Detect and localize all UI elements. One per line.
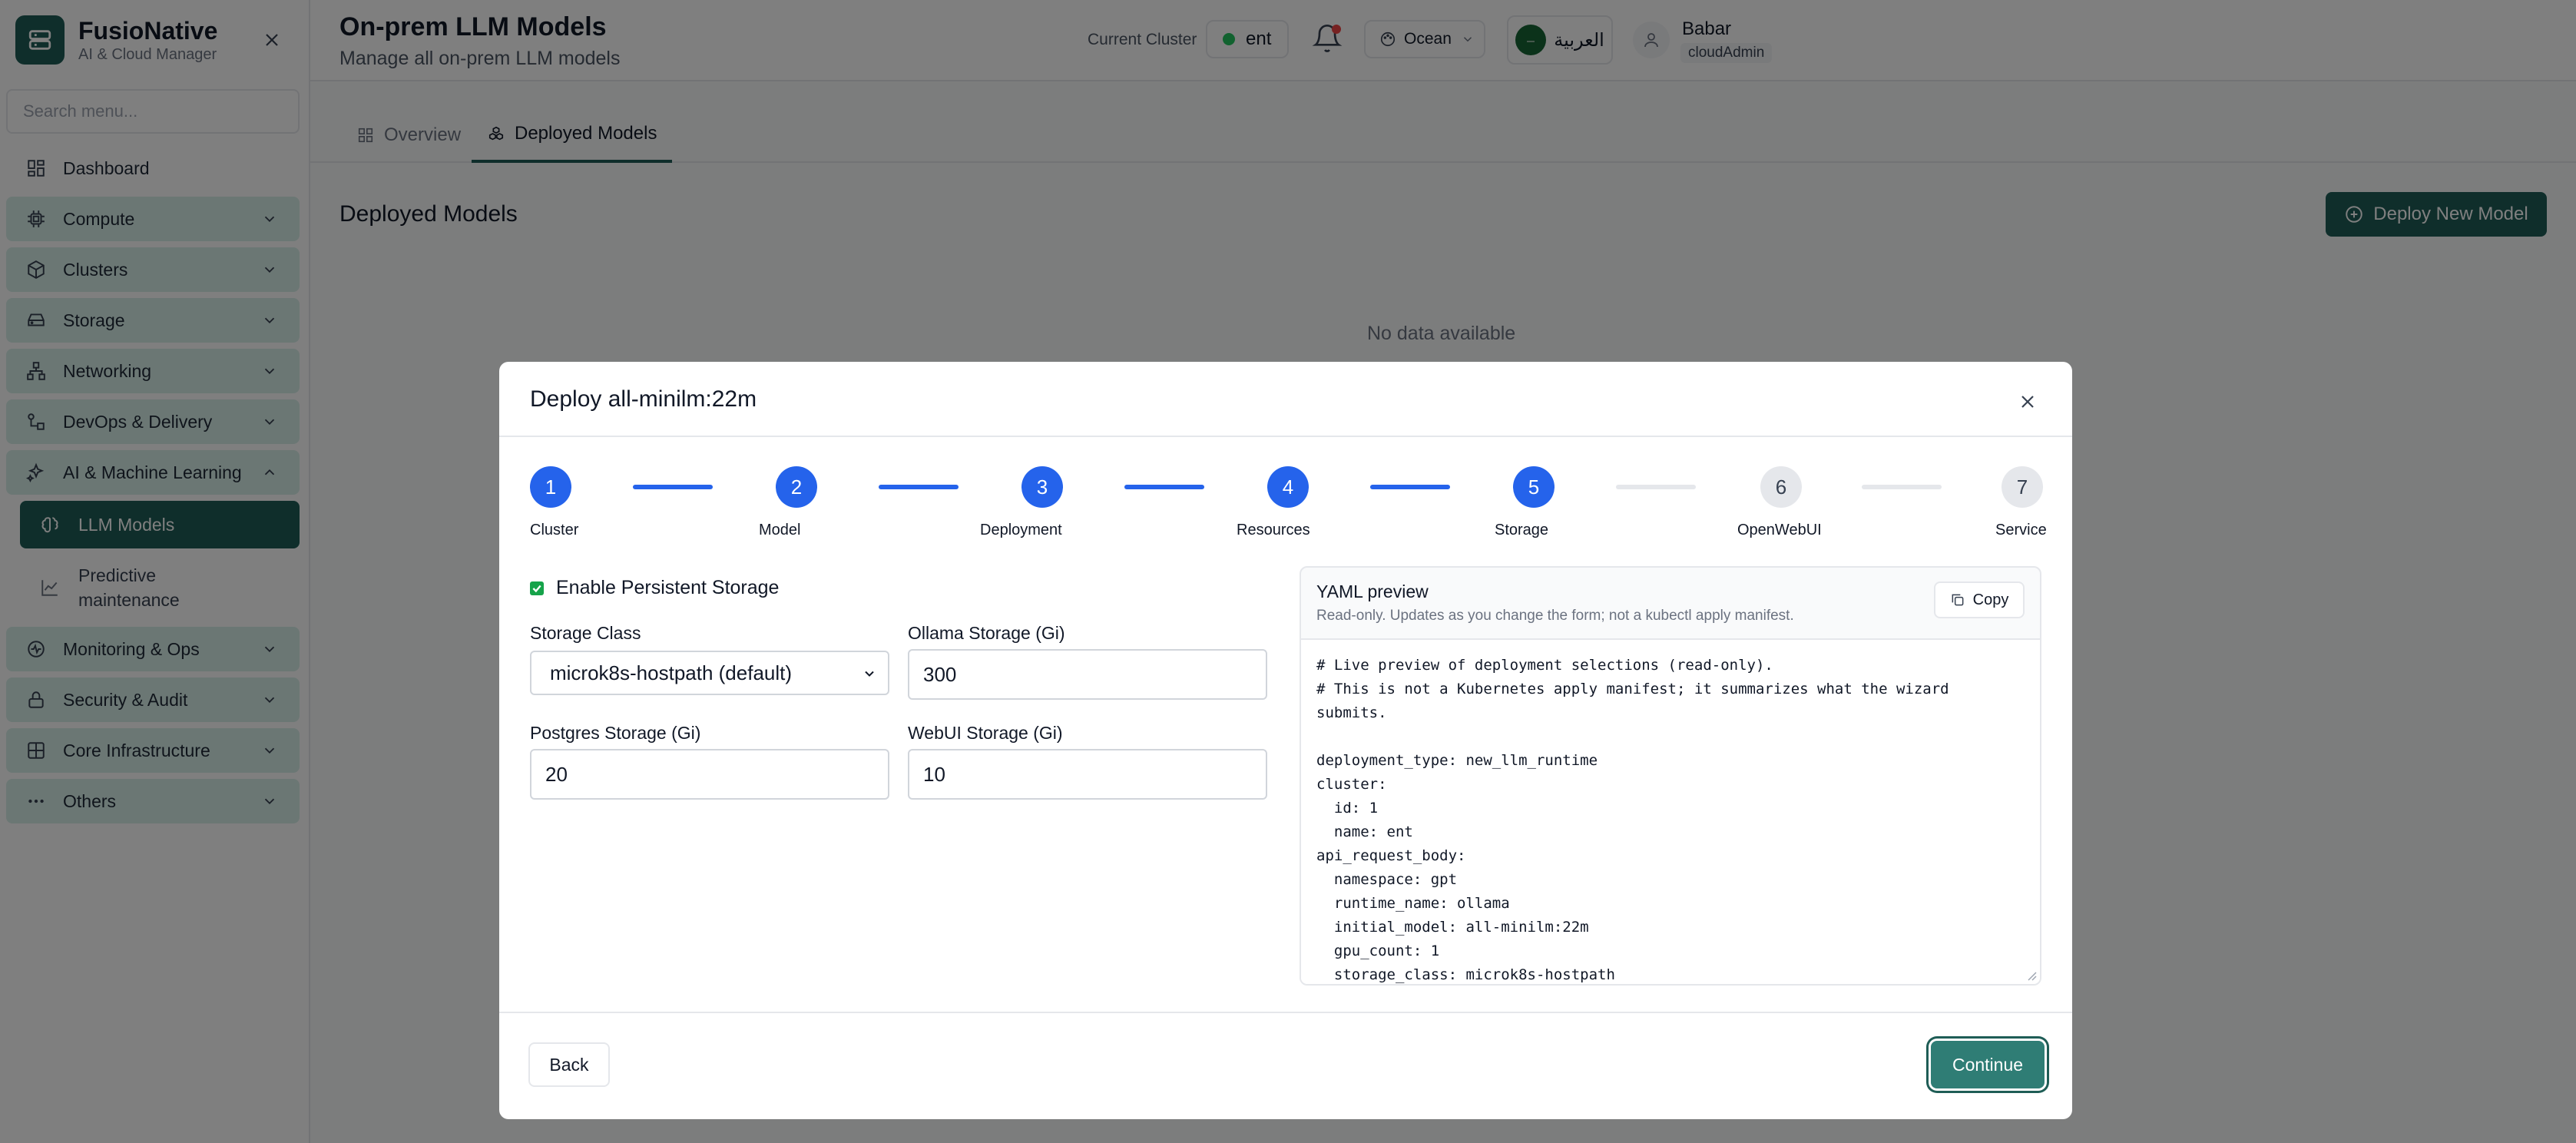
yaml-preview-description: Read-only. Updates as you change the for… xyxy=(1316,608,1794,624)
copy-icon xyxy=(1952,594,1964,606)
step-label: OpenWebUI xyxy=(1737,522,1822,538)
step-label: Model xyxy=(759,522,801,538)
divider xyxy=(499,436,2072,437)
modal-title: Deploy all-minilm:22m xyxy=(530,386,757,412)
ollama-storage-label: Ollama Storage (Gi) xyxy=(908,623,1065,643)
webui-storage-input[interactable]: 10 xyxy=(908,749,1267,800)
step-label: Deployment xyxy=(980,522,1062,538)
webui-storage-label: WebUI Storage (Gi) xyxy=(908,723,1063,743)
storage-class-value: microk8s-hostpath (default) xyxy=(550,661,793,684)
continue-button[interactable]: Continue xyxy=(1931,1041,2045,1088)
step-number: 5 xyxy=(1513,466,1555,508)
step-connector xyxy=(1124,485,1204,489)
yaml-preview-textarea[interactable]: # Live preview of deployment selections … xyxy=(1301,638,2040,984)
copy-label: Copy xyxy=(1972,591,2009,608)
copy-button[interactable]: Copy xyxy=(1934,581,2025,618)
enable-persistent-storage-checkbox[interactable]: Enable Persistent Storage xyxy=(530,577,779,599)
step-7[interactable]: 7 Service xyxy=(1995,466,2124,538)
app-root: FusioNative AI & Cloud Manager Dashboard… xyxy=(0,0,2576,1143)
yaml-preview-panel: YAML preview Read-only. Updates as you c… xyxy=(1300,566,2041,986)
storage-class-label: Storage Class xyxy=(530,623,641,643)
step-number: 3 xyxy=(1021,466,1063,508)
step-connector xyxy=(1370,485,1450,489)
step-connector xyxy=(633,485,713,489)
postgres-storage-input[interactable]: 20 xyxy=(530,749,889,800)
chevron-down-icon xyxy=(865,671,874,677)
step-number: 1 xyxy=(530,466,571,508)
postgres-storage-label: Postgres Storage (Gi) xyxy=(530,723,701,743)
step-connector xyxy=(879,485,959,489)
resize-handle-icon[interactable] xyxy=(2026,970,2037,981)
step-label: Cluster xyxy=(530,522,579,538)
step-number: 7 xyxy=(2002,466,2043,508)
step-number: 6 xyxy=(1760,466,1802,508)
deploy-modal: Deploy all-minilm:22m 1 Cluster 2 Model … xyxy=(499,362,2072,1119)
step-number: 2 xyxy=(776,466,817,508)
close-icon[interactable] xyxy=(2014,388,2041,416)
step-label: Service xyxy=(1995,522,2047,538)
step-connector xyxy=(1862,485,1942,489)
wizard-stepper: 1 Cluster 2 Model 3 Deployment 4 Resourc… xyxy=(530,466,2047,551)
step-label: Resources xyxy=(1237,522,1310,538)
step-label: Storage xyxy=(1495,522,1549,538)
checkbox-label: Enable Persistent Storage xyxy=(556,577,780,598)
yaml-preview-title: YAML preview xyxy=(1316,581,1429,601)
checkbox-checked-icon xyxy=(530,581,544,595)
back-button[interactable]: Back xyxy=(528,1042,610,1087)
ollama-storage-input[interactable]: 300 xyxy=(908,649,1267,700)
storage-class-select[interactable]: microk8s-hostpath (default) xyxy=(530,651,889,695)
step-connector xyxy=(1616,485,1696,489)
step-number: 4 xyxy=(1267,466,1309,508)
divider xyxy=(499,1012,2072,1013)
